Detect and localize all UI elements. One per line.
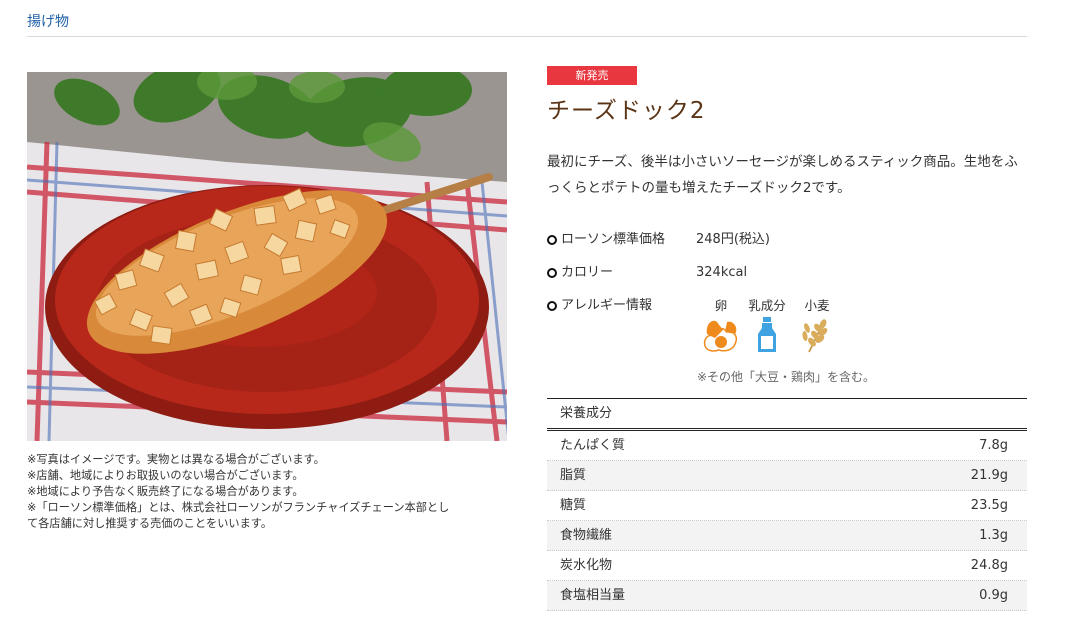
nutrient-name: たんぱく質	[560, 438, 626, 453]
bullet-icon	[547, 301, 557, 311]
egg-icon	[703, 320, 738, 352]
note-line: て各店舗に対し推奨する売価のことをいいます。	[27, 517, 273, 530]
bullet-icon	[547, 235, 557, 245]
nutrient-value: 24.8g	[970, 558, 1008, 573]
note-line: ※写真はイメージです。実物とは異なる場合がございます。	[27, 453, 325, 466]
breadcrumb[interactable]: 揚げ物	[27, 11, 69, 31]
table-row: 脂質 21.9g	[547, 461, 1027, 491]
bullet-icon	[547, 268, 557, 278]
nutrition-table: 栄養成分 たんぱく質 7.8g 脂質 21.9g 糖質 23.5g 食物繊維 1…	[547, 398, 1027, 611]
product-photo	[27, 72, 507, 441]
note-line: ※地域により予告なく販売終了になる場合があります。	[27, 485, 304, 498]
nutrient-name: 糖質	[560, 498, 587, 513]
table-row: 糖質 23.5g	[547, 491, 1027, 521]
nutrient-name: 食物繊維	[560, 528, 613, 543]
allergen-milk: 乳成分	[742, 298, 792, 354]
allergen-name: 小麦	[804, 298, 830, 313]
price-row: ローソン標準価格 248円(税込)	[547, 231, 770, 249]
allergen-wheat: 小麦	[792, 298, 842, 354]
table-row: たんぱく質 7.8g	[547, 431, 1027, 461]
note-line: ※店舗、地域によりお取扱いのない場合がございます。	[27, 469, 304, 482]
nutrient-value: 23.5g	[970, 498, 1008, 513]
nutrition-rows: たんぱく質 7.8g 脂質 21.9g 糖質 23.5g 食物繊維 1.3g 炭…	[547, 431, 1027, 611]
allergy-row: アレルギー情報	[547, 297, 696, 315]
wheat-icon	[802, 319, 828, 353]
calorie-value: 324kcal	[696, 265, 748, 280]
price-value: 248円(税込)	[696, 232, 770, 247]
milk-icon	[758, 317, 776, 352]
allergen-name: 卵	[714, 298, 728, 313]
price-label: ローソン標準価格	[561, 232, 666, 247]
nutrient-name: 脂質	[560, 468, 587, 483]
allergy-label: アレルギー情報	[561, 298, 653, 313]
nutrient-name: 炭水化物	[560, 558, 613, 573]
header-divider	[27, 36, 1027, 37]
new-release-badge: 新発売	[547, 66, 637, 85]
nutrient-name: 食塩相当量	[560, 588, 626, 603]
allergen-egg: 卵	[696, 298, 746, 354]
nutrient-value: 0.9g	[979, 588, 1008, 603]
nutrient-value: 7.8g	[979, 438, 1008, 453]
table-row: 食塩相当量 0.9g	[547, 581, 1027, 611]
product-description: 最初にチーズ、後半は小さいソーセージが楽しめるスティック商品。生地をふっくらとポ…	[547, 154, 1018, 196]
nutrient-value: 1.3g	[979, 528, 1008, 543]
nutrient-value: 21.9g	[970, 468, 1008, 483]
note-line: ※「ローソン標準価格」とは、株式会社ローソンがフランチャイズチェーン本部とし	[27, 501, 450, 514]
product-title: チーズドック2	[547, 98, 706, 124]
calorie-row: カロリー 324kcal	[547, 264, 747, 282]
allergen-name: 乳成分	[748, 298, 786, 313]
table-row: 炭水化物 24.8g	[547, 551, 1027, 581]
table-row: 食物繊維 1.3g	[547, 521, 1027, 551]
product-notes: ※写真はイメージです。実物とは異なる場合がございます。 ※店舗、地域によりお取扱…	[27, 452, 509, 532]
nutrition-heading: 栄養成分	[560, 406, 613, 421]
allergy-note: ※その他「大豆・鶏肉」を含む。	[697, 370, 876, 384]
calorie-label: カロリー	[561, 265, 614, 280]
